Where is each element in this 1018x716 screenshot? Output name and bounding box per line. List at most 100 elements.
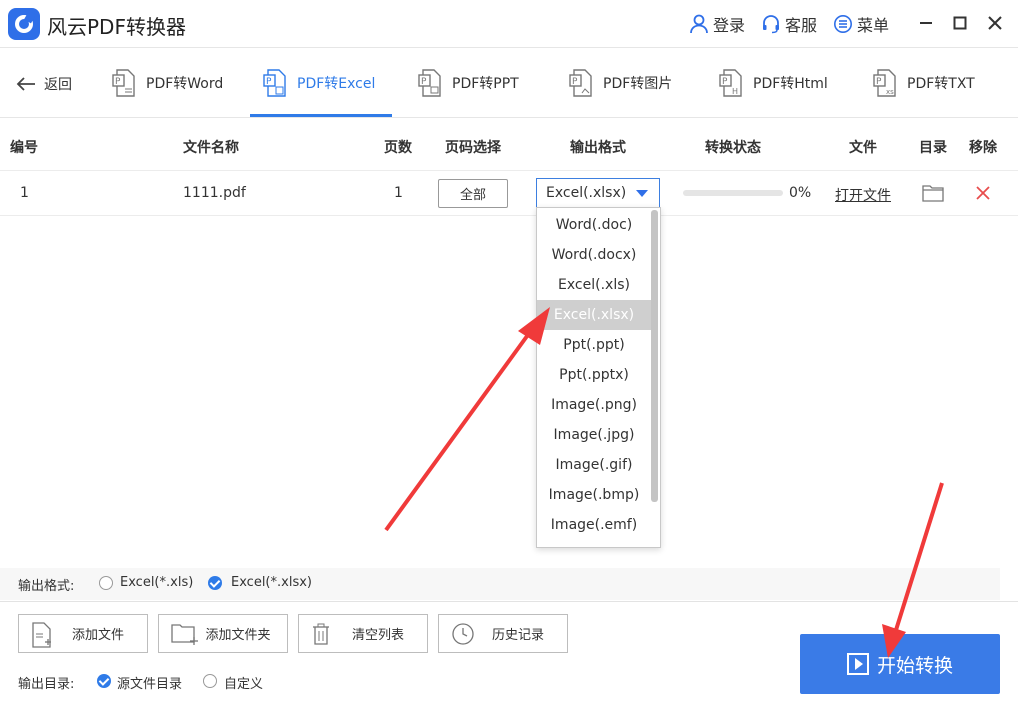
pdf-file-icon: P <box>263 69 286 97</box>
tab-pdf-to-txt[interactable]: Pxs PDF转TXT <box>873 68 975 98</box>
radio-source-dir[interactable] <box>97 674 111 688</box>
user-icon <box>690 14 708 34</box>
col-remove: 移除 <box>969 140 997 156</box>
start-convert-label: 开始转换 <box>876 654 953 677</box>
pdf-file-icon: P <box>418 69 441 97</box>
back-label: 返回 <box>44 77 72 93</box>
file-table-header: 编号 文件名称 页数 页码选择 输出格式 转换状态 文件 目录 移除 <box>0 119 1018 171</box>
format-option[interactable]: Ppt(.pptx) <box>537 360 651 390</box>
login-label: 登录 <box>713 16 746 35</box>
format-option[interactable]: Word(.docx) <box>537 240 651 270</box>
col-name: 文件名称 <box>183 140 239 156</box>
tab-label: PDF转Excel <box>297 76 376 92</box>
active-tab-indicator <box>250 114 392 117</box>
svg-text:P: P <box>115 77 121 87</box>
minimize-button[interactable] <box>915 12 937 34</box>
clear-list-label: 清空列表 <box>351 628 404 643</box>
folder-icon[interactable] <box>922 184 944 202</box>
radio-xls[interactable] <box>99 576 113 590</box>
output-format-row: 输出格式: Excel(*.xls) Excel(*.xlsx) <box>0 568 1000 600</box>
back-button[interactable]: 返回 <box>16 74 72 94</box>
format-option[interactable]: Excel(.xls) <box>537 270 651 300</box>
col-pages: 页数 <box>384 140 412 156</box>
radio-xlsx-label[interactable]: Excel(*.xlsx) <box>231 575 312 590</box>
col-index: 编号 <box>10 140 38 156</box>
format-option[interactable]: Image(.png) <box>537 390 651 420</box>
start-convert-button[interactable]: 开始转换 <box>800 634 1000 694</box>
row-pages: 1 <box>394 185 403 201</box>
radio-xls-label[interactable]: Excel(*.xls) <box>120 575 193 590</box>
maximize-icon <box>953 16 967 30</box>
caret-down-icon <box>636 190 648 197</box>
maximize-button[interactable] <box>949 12 971 34</box>
close-icon <box>988 16 1002 30</box>
col-file: 文件 <box>849 140 877 156</box>
play-icon <box>846 653 869 675</box>
svg-text:P: P <box>266 77 272 87</box>
tab-pdf-to-ppt[interactable]: P PDF转PPT <box>418 68 519 98</box>
tab-label: PDF转PPT <box>452 76 519 92</box>
table-row: 1 1111.pdf 1 全部 Excel(.xlsx) 0% 打开文件 <box>0 171 1018 216</box>
svg-text:P: P <box>722 77 728 87</box>
close-button[interactable] <box>984 12 1006 34</box>
service-button[interactable]: 客服 <box>761 12 817 36</box>
radio-custom-dir[interactable] <box>203 674 217 688</box>
pdf-file-icon: Pxs <box>873 69 896 97</box>
output-format-label: 输出格式: <box>18 579 75 594</box>
tab-label: PDF转Word <box>146 76 224 92</box>
radio-source-dir-label[interactable]: 源文件目录 <box>117 673 182 692</box>
menu-button[interactable]: 菜单 <box>833 12 889 36</box>
format-option-selected[interactable]: Excel(.xlsx) <box>537 300 651 330</box>
service-label: 客服 <box>785 16 818 35</box>
format-option[interactable]: Image(.bmp) <box>537 480 651 510</box>
col-dir: 目录 <box>919 140 947 156</box>
svg-text:xs: xs <box>886 88 894 96</box>
tab-pdf-to-word[interactable]: P PDF转Word <box>112 68 223 98</box>
history-button[interactable]: 历史记录 <box>438 614 568 653</box>
divider <box>0 601 1018 602</box>
format-option[interactable]: Image(.gif) <box>537 450 651 480</box>
history-label: 历史记录 <box>491 628 544 643</box>
minimize-icon <box>920 22 932 24</box>
radio-custom-dir-label[interactable]: 自定义 <box>224 673 263 692</box>
arrow-to-xlsx-option <box>384 307 550 532</box>
open-file-link[interactable]: 打开文件 <box>835 185 891 205</box>
menu-icon <box>834 15 852 33</box>
svg-text:H: H <box>732 87 738 96</box>
format-option[interactable]: Word(.doc) <box>537 210 651 240</box>
tab-pdf-to-html[interactable]: PH PDF转Html <box>719 68 828 98</box>
row-file-name: 1111.pdf <box>183 185 246 201</box>
headset-icon <box>763 15 779 34</box>
pdf-file-icon: P <box>569 69 592 97</box>
clear-list-button[interactable]: 清空列表 <box>298 614 428 653</box>
pdf-file-icon: PH <box>719 69 742 97</box>
format-option[interactable]: Image(.jpg) <box>537 420 651 450</box>
add-folder-button[interactable]: 添加文件夹 <box>158 614 288 653</box>
page-select-button[interactable]: 全部 <box>438 179 508 208</box>
svg-text:P: P <box>572 77 578 87</box>
arrow-left-icon <box>16 77 35 91</box>
radio-xlsx[interactable] <box>208 576 222 590</box>
format-option[interactable]: Ppt(.ppt) <box>537 330 651 360</box>
col-page-select: 页码选择 <box>445 140 501 156</box>
app-title: 风云PDF转换器 <box>47 15 186 39</box>
format-option[interactable]: Image(.emf) <box>537 510 651 540</box>
dropdown-scrollbar[interactable] <box>651 210 658 502</box>
login-button[interactable]: 登录 <box>689 12 745 36</box>
svg-text:P: P <box>876 77 882 87</box>
remove-icon[interactable] <box>976 186 990 200</box>
svg-text:P: P <box>421 77 427 87</box>
menu-label: 菜单 <box>857 16 890 35</box>
add-file-button[interactable]: 添加文件 <box>18 614 148 653</box>
col-format: 输出格式 <box>570 140 626 156</box>
format-dropdown-list[interactable]: Word(.doc) Word(.docx) Excel(.xls) Excel… <box>536 207 661 548</box>
row-index: 1 <box>20 185 29 201</box>
conversion-tab-bar: 返回 P PDF转Word P PDF转Excel P PDF转PPT P PD… <box>0 48 1018 118</box>
tab-label: PDF转TXT <box>907 76 975 92</box>
col-status: 转换状态 <box>705 140 761 156</box>
output-format-value: Excel(.xlsx) <box>546 185 627 201</box>
tab-pdf-to-image[interactable]: P PDF转图片 <box>569 68 672 98</box>
conversion-progress-bar <box>683 190 783 196</box>
tab-pdf-to-excel[interactable]: P PDF转Excel <box>263 68 375 98</box>
output-format-select[interactable]: Excel(.xlsx) <box>536 178 660 208</box>
